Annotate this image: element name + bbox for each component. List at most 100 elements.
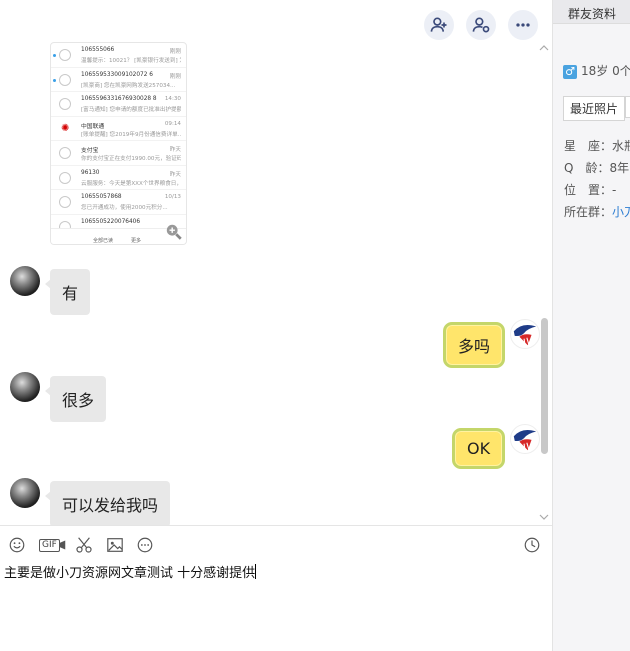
info-group: 所在群：小刀 [564, 203, 630, 220]
chat-actions [424, 10, 538, 40]
image-message[interactable]: 106555066刚刚温馨提示：10021？ [凯豪银行发送到] 为了...10… [50, 42, 187, 245]
image-icon [107, 538, 123, 552]
video-tail-icon [59, 540, 66, 550]
eagle-logo-icon [511, 425, 539, 453]
sms-time: 昨天 [169, 171, 181, 178]
more-options-button[interactable] [508, 10, 538, 40]
history-button[interactable] [523, 535, 541, 555]
scroll-down-icon[interactable] [538, 513, 550, 521]
message-bubble-in: 可以发给我吗 [44, 481, 171, 525]
sms-time: 刚刚 [169, 49, 181, 55]
sms-preview: 云服服务：今天是第XXX个世界粮食日，去... [81, 180, 181, 187]
gif-button[interactable]: GIF [39, 535, 66, 555]
sms-list-item: 106555066 刚刚温馨提示：10021？ [凯豪银行发送到] 为了... [51, 43, 186, 68]
message-input-area: GIF 主要是做小刀资源网文章测试 十分感谢提供 [0, 525, 552, 651]
message-text-input[interactable]: 主要是做小刀资源网文章测试 十分感谢提供 [4, 562, 257, 581]
info-qq-age: Q 龄：8年 [564, 159, 629, 176]
info-label: 星 座： [564, 139, 613, 153]
age-text: 18岁 0个 [581, 64, 630, 78]
draft-text: 主要是做小刀资源网文章测试 十分感谢提供 [4, 566, 256, 581]
more-label: 更多 [131, 238, 142, 244]
sms-list-item: 10655057868 10/13 您已开通成功，使用2000元积分... [51, 190, 186, 215]
chat-area: 106555066刚刚温馨提示：10021？ [凯豪银行发送到] 为了...10… [0, 0, 552, 525]
tab-member-profile[interactable]: 群友资料 [553, 0, 630, 24]
sms-sender: 中国联通 [81, 123, 105, 130]
member-info-panel: 群友资料 ♂ 18岁 0个 最近照片 星 座：水瓶 Q 龄：8年 位 置：- 所在… [552, 0, 630, 651]
add-person-icon [430, 17, 447, 32]
sms-preview: 您已开通成功，使用2000元积分... [81, 205, 168, 211]
more-tools-button[interactable] [136, 535, 154, 555]
scroll-up-icon[interactable] [538, 44, 550, 52]
info-constellation: 星 座：水瓶 [564, 137, 630, 154]
eagle-logo-icon [511, 320, 539, 348]
recent-photos-button[interactable]: 最近照片 [563, 96, 626, 121]
avatar-self[interactable] [510, 424, 540, 454]
sms-sender: 1065596331676930028 8 [81, 96, 157, 102]
info-location: 位 置：- [564, 181, 616, 198]
mark-all-read-label: 全部已读 [93, 238, 114, 244]
scrollbar-thumb[interactable] [541, 318, 548, 454]
sms-sender: 支付宝 [81, 148, 99, 154]
smile-icon [9, 537, 25, 553]
add-member-button[interactable] [424, 10, 454, 40]
sms-list-item: 96130 昨天云服服务：今天是第XXX个世界粮食日，去... [51, 166, 186, 190]
info-value: 8年 [609, 161, 630, 175]
sms-time: 09:14 [164, 120, 181, 127]
avatar-self[interactable] [510, 319, 540, 349]
image-button[interactable] [106, 535, 124, 555]
sms-preview: [账单提醒] 您2019年9月份通信费详单... [81, 131, 181, 138]
more-icon [137, 537, 153, 553]
message-bubble-in: 有 [44, 269, 91, 315]
gif-icon: GIF [39, 538, 60, 552]
photos-next-button[interactable] [625, 96, 630, 118]
sms-time: 刚刚 [169, 73, 181, 80]
unicom-icon: ✺ [61, 122, 70, 134]
sms-preview: 温馨提示：10021？ [凯豪银行发送到] 为了... [81, 58, 181, 64]
info-label: 位 置： [564, 183, 613, 197]
male-icon: ♂ [563, 65, 577, 79]
sms-sender: 1065505220076406 [81, 218, 141, 225]
bell-icon [59, 98, 71, 110]
sms-list-item: 支付宝 昨天你的支付宝正在支付1990.00元，验证码891... [51, 141, 186, 166]
message-bubble-in: 很多 [44, 376, 107, 422]
bell-icon [59, 196, 71, 208]
message-bubble-out: 多吗 [443, 322, 506, 368]
sms-preview: [凯豪商] 您在凯豪网购发送257034... [81, 82, 176, 89]
sms-preview: [富马通知] 您申请的额度已批准出护提额... [81, 107, 181, 113]
scissors-icon [76, 537, 92, 553]
info-value: 水瓶 [612, 139, 630, 153]
bell-icon [59, 147, 71, 159]
member-settings-button[interactable] [466, 10, 496, 40]
screenshot-button[interactable] [75, 535, 93, 555]
unread-dot [53, 54, 56, 57]
sms-sender: 106559533009102072 6 [81, 71, 153, 78]
sms-list-item: 1065596331676930028 8 14:30 [富马通知] 您申请的额度已… [51, 92, 186, 117]
info-value: - [612, 183, 617, 197]
sms-list-item: ✺ 中国联通 09:14 [账单提醒] 您2019年9月份通信费详单... [51, 117, 186, 141]
info-label: 所在群： [564, 205, 613, 219]
bell-icon [59, 171, 71, 184]
message-bubble-out: OK [452, 428, 506, 469]
emoji-button[interactable] [8, 535, 26, 555]
avatar-other[interactable] [10, 372, 40, 402]
age-line: ♂ 18岁 0个 [563, 62, 630, 79]
sms-list-item: 106559533009102072 6 刚刚 [凯豪商] 您在凯豪网购发送2570… [51, 68, 186, 92]
sms-preview: 你的支付宝正在支付1990.00元，验证码891... [81, 156, 181, 162]
tab-label: 群友资料 [568, 7, 617, 21]
group-link[interactable]: 小刀 [612, 205, 630, 219]
info-label: Q 龄： [564, 161, 610, 175]
unread-dot [53, 78, 56, 82]
sms-sender: 10655057868 [81, 194, 122, 200]
bell-icon [59, 73, 71, 86]
sms-sender: 106555066 [81, 47, 115, 53]
text-caret [255, 564, 257, 579]
avatar-other[interactable] [10, 478, 40, 508]
sms-time: 14:30 [164, 96, 181, 102]
zoom-icon[interactable] [165, 223, 183, 241]
person-gear-icon [472, 17, 490, 33]
bell-icon [59, 49, 71, 61]
history-icon [524, 537, 540, 553]
ellipsis-icon [516, 23, 530, 27]
sms-time: 10/13 [164, 194, 181, 200]
avatar-other[interactable] [10, 266, 40, 296]
